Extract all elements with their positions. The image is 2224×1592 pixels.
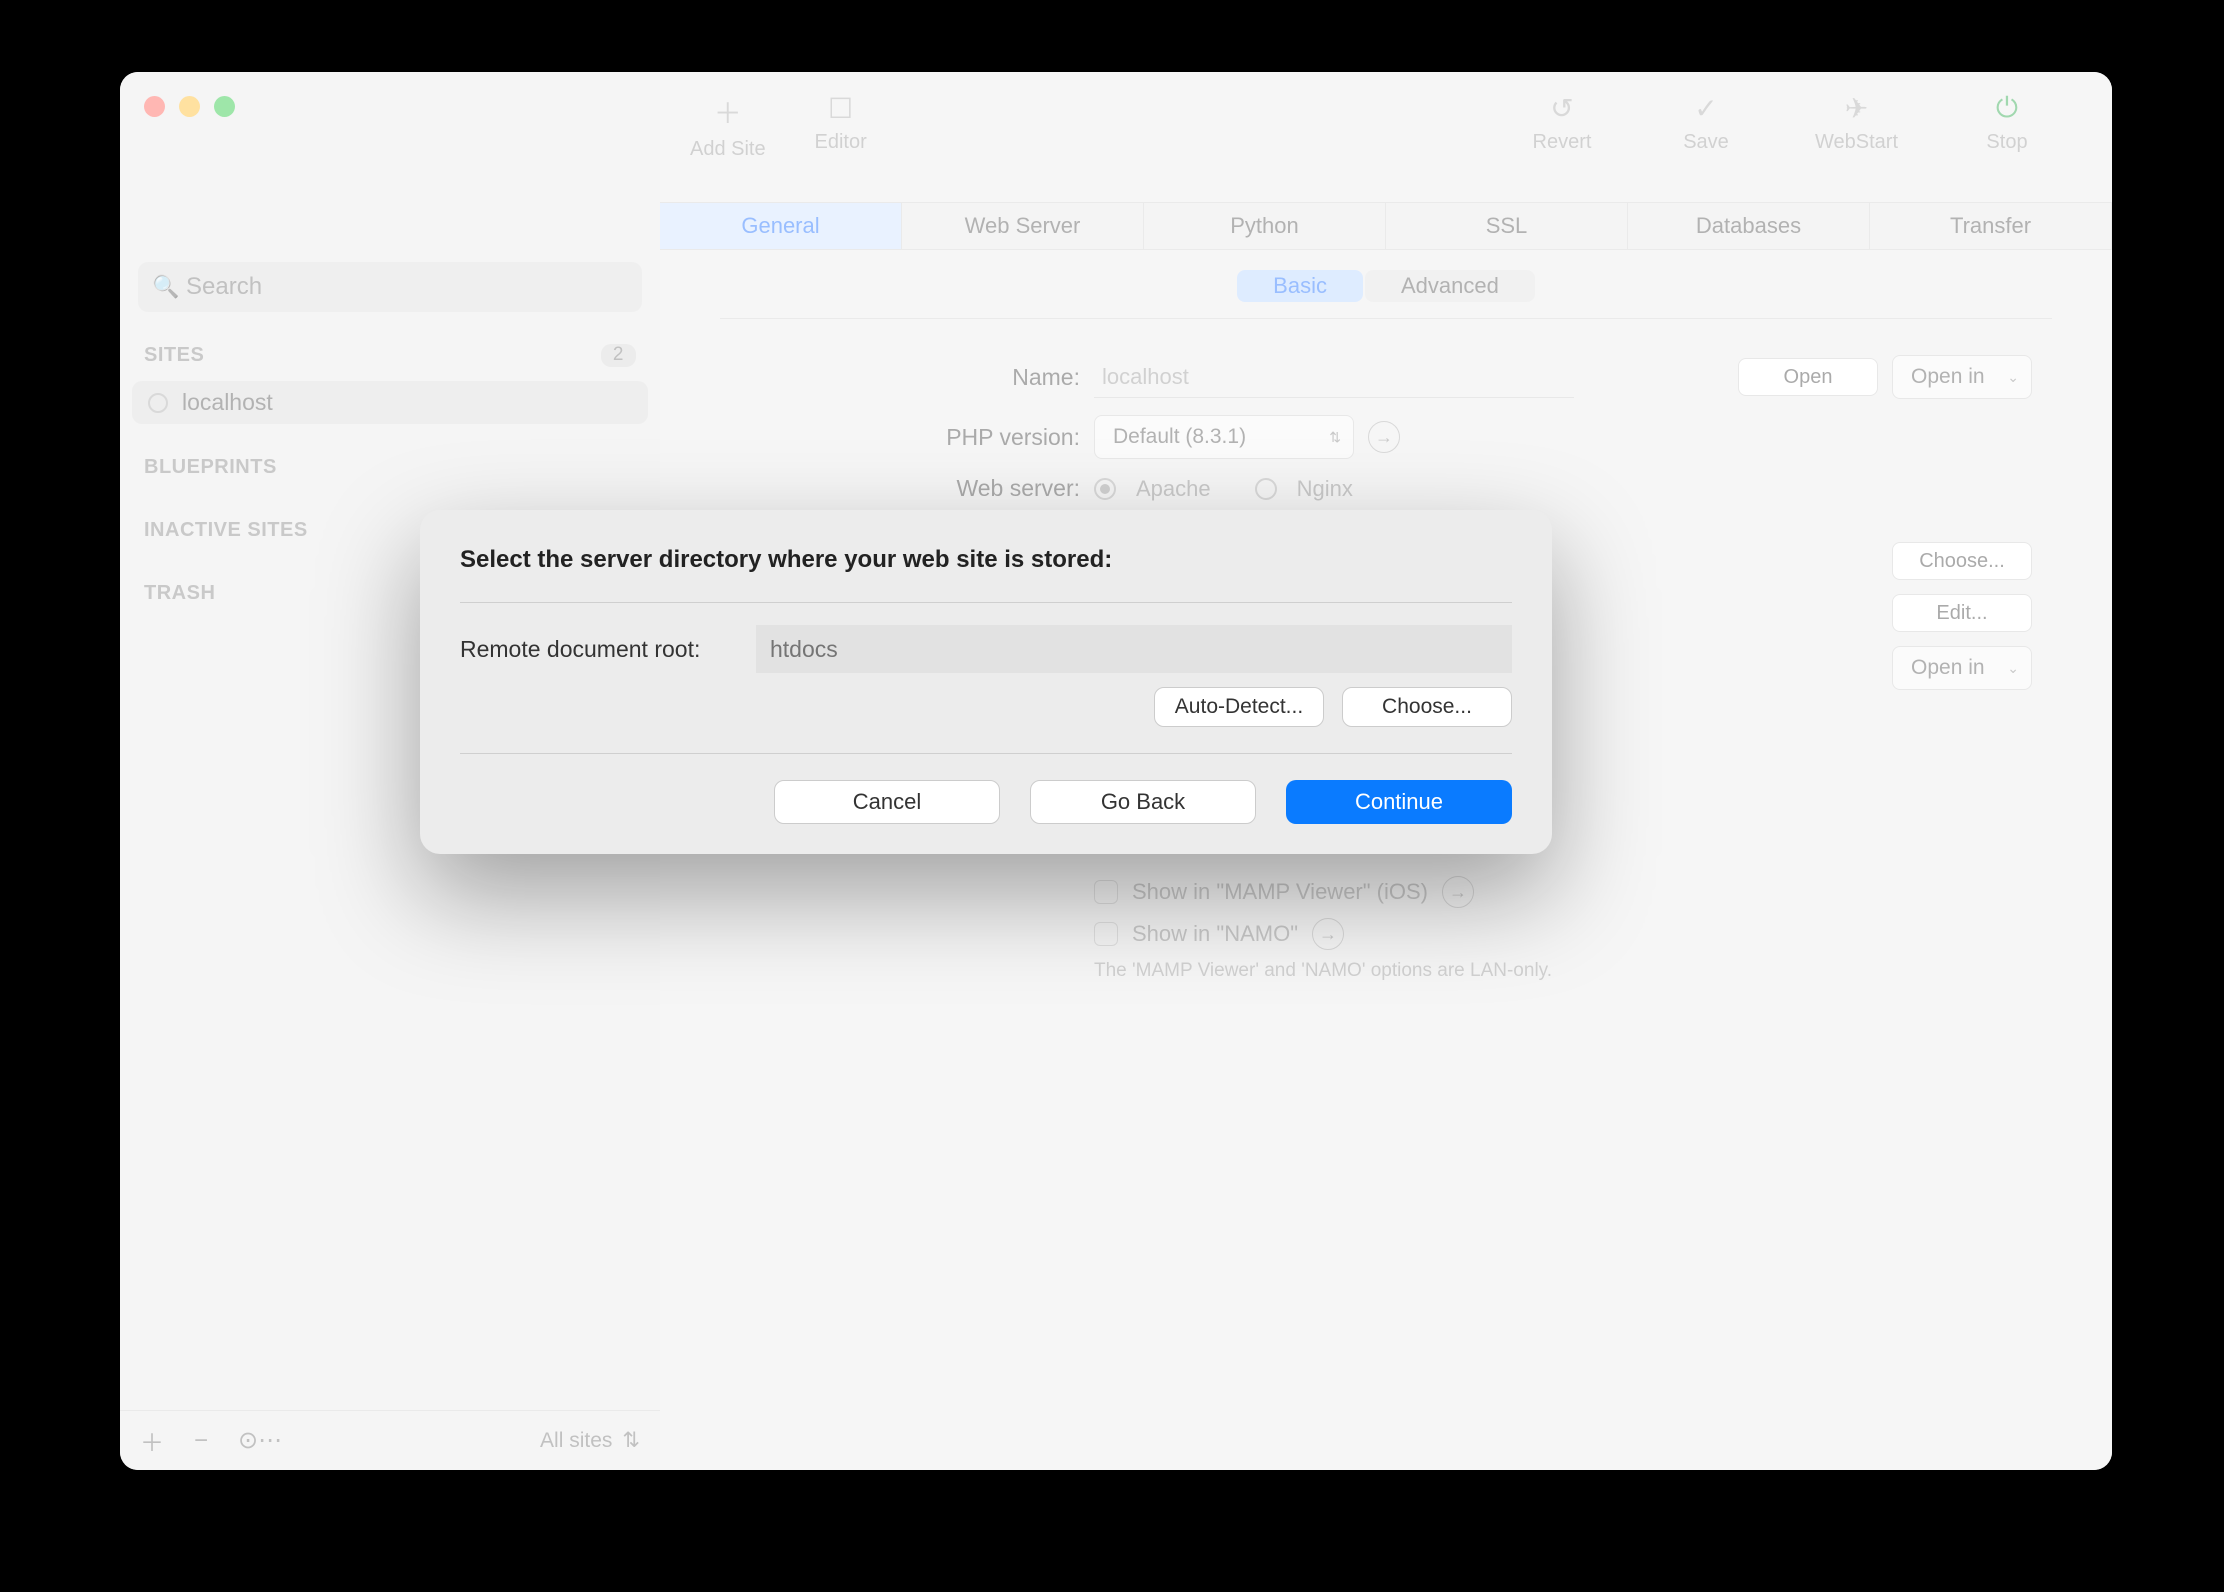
auto-detect-button[interactable]: Auto-Detect...: [1154, 687, 1324, 727]
webstart-label: WebStart: [1815, 131, 1898, 154]
namo-checkbox[interactable]: [1094, 922, 1118, 946]
php-label: PHP version:: [740, 424, 1080, 451]
tab-ssl[interactable]: SSL: [1386, 203, 1628, 249]
continue-button[interactable]: Continue: [1286, 780, 1512, 824]
sites-count-badge: 2: [601, 344, 636, 367]
close-window-button[interactable]: [144, 96, 165, 117]
chevron-down-icon: ⌄: [2007, 369, 2019, 386]
subtab-basic[interactable]: Basic: [1237, 270, 1363, 302]
remove-site-icon[interactable]: −: [194, 1427, 208, 1455]
add-site-icon[interactable]: ＋: [140, 1423, 164, 1458]
search-input[interactable]: [138, 262, 642, 312]
sites-label: SITES: [144, 344, 204, 367]
php-action-button[interactable]: →: [1368, 421, 1400, 453]
plus-icon: ＋: [714, 92, 742, 132]
open-button[interactable]: Open: [1738, 358, 1878, 396]
tab-webserver[interactable]: Web Server: [902, 203, 1144, 249]
traffic-lights: [144, 96, 235, 117]
check-icon: ✓: [1694, 92, 1717, 125]
save-label: Save: [1683, 131, 1729, 154]
add-site-button[interactable]: ＋ Add Site: [690, 92, 766, 161]
stop-button[interactable]: ⏻ Stop: [1972, 92, 2042, 154]
revert-icon: ↺: [1550, 92, 1573, 125]
search-icon: 🔍: [152, 274, 179, 300]
blueprints-label: BLUEPRINTS: [144, 456, 277, 479]
open-in-2-select[interactable]: Open in ⌄: [1892, 646, 2032, 690]
radio-nginx[interactable]: [1255, 478, 1277, 500]
mamp-viewer-row: Show in "MAMP Viewer" (iOS) →: [1094, 876, 2032, 908]
cancel-button[interactable]: Cancel: [774, 780, 1000, 824]
lan-hint: The 'MAMP Viewer' and 'NAMO' options are…: [1094, 960, 2032, 982]
choose-button[interactable]: Choose...: [1892, 542, 2032, 580]
tab-general[interactable]: General: [660, 203, 902, 249]
remote-root-label: Remote document root:: [460, 636, 740, 663]
php-version-select[interactable]: Default (8.3.1) ⇅: [1094, 415, 1354, 459]
tab-python[interactable]: Python: [1144, 203, 1386, 249]
sidebar-item-localhost[interactable]: localhost: [132, 381, 648, 424]
name-label: Name:: [740, 364, 1080, 391]
search-wrap: 🔍: [138, 262, 642, 312]
revert-label: Revert: [1533, 131, 1592, 154]
editor-icon: ☐: [828, 92, 853, 125]
sites-header[interactable]: SITES 2: [120, 336, 660, 375]
save-button[interactable]: ✓ Save: [1671, 92, 1741, 154]
webstart-button[interactable]: ✈ WebStart: [1815, 92, 1898, 154]
tab-transfer[interactable]: Transfer: [1870, 203, 2112, 249]
mamp-viewer-action[interactable]: →: [1442, 876, 1474, 908]
trash-label: TRASH: [144, 582, 215, 605]
subtab-advanced[interactable]: Advanced: [1365, 270, 1535, 302]
remote-root-input[interactable]: [756, 625, 1512, 673]
mamp-viewer-label: Show in "MAMP Viewer" (iOS): [1132, 879, 1428, 905]
sidebar-filter-select[interactable]: All sites ⇅: [540, 1428, 640, 1453]
updown-icon: ⇅: [622, 1428, 640, 1453]
namo-label: Show in "NAMO": [1132, 921, 1298, 947]
stop-label: Stop: [1986, 131, 2027, 154]
add-site-label: Add Site: [690, 138, 766, 161]
filter-label: All sites: [540, 1429, 612, 1453]
site-status-icon: [148, 393, 168, 413]
sidebar-item-label: localhost: [182, 389, 273, 416]
radio-apache[interactable]: [1094, 478, 1116, 500]
editor-label: Editor: [814, 131, 866, 154]
updown-icon: ⇅: [1329, 429, 1341, 446]
edit-button[interactable]: Edit...: [1892, 594, 2032, 632]
toolbar: ＋ Add Site ☐ Editor ↺ Revert ✓ Save ✈ WebStar…: [660, 72, 2112, 202]
server-directory-dialog: Select the server directory where your w…: [420, 510, 1552, 854]
mamp-viewer-checkbox[interactable]: [1094, 880, 1118, 904]
openin-label: Open in: [1911, 365, 1985, 389]
main-tabs: General Web Server Python SSL Databases …: [660, 202, 2112, 250]
editor-button[interactable]: ☐ Editor: [806, 92, 876, 154]
power-icon: ⏻: [1996, 92, 2018, 125]
apache-label: Apache: [1136, 476, 1211, 502]
maximize-window-button[interactable]: [214, 96, 235, 117]
name-input[interactable]: [1094, 356, 1574, 398]
php-value: Default (8.3.1): [1113, 425, 1246, 449]
plane-icon: ✈: [1845, 92, 1868, 125]
nginx-label: Nginx: [1297, 476, 1353, 502]
choose-dir-button[interactable]: Choose...: [1342, 687, 1512, 727]
go-back-button[interactable]: Go Back: [1030, 780, 1256, 824]
openin2-label: Open in: [1911, 656, 1985, 680]
namo-row: Show in "NAMO" →: [1094, 918, 2032, 950]
sidebar-bottom-bar: ＋ − ⊙⋯ All sites ⇅: [120, 1410, 660, 1470]
dialog-title: Select the server directory where your w…: [460, 546, 1512, 574]
subtabs: Basic Advanced: [660, 270, 2112, 302]
open-in-select[interactable]: Open in ⌄: [1892, 355, 2032, 399]
revert-button[interactable]: ↺ Revert: [1527, 92, 1597, 154]
inactive-label: INACTIVE SITES: [144, 519, 308, 542]
tab-databases[interactable]: Databases: [1628, 203, 1870, 249]
webserver-label: Web server:: [740, 475, 1080, 502]
blueprints-header[interactable]: BLUEPRINTS: [120, 448, 660, 487]
namo-action[interactable]: →: [1312, 918, 1344, 950]
more-icon[interactable]: ⊙⋯: [238, 1426, 282, 1455]
chevron-down-icon: ⌄: [2007, 660, 2019, 677]
minimize-window-button[interactable]: [179, 96, 200, 117]
